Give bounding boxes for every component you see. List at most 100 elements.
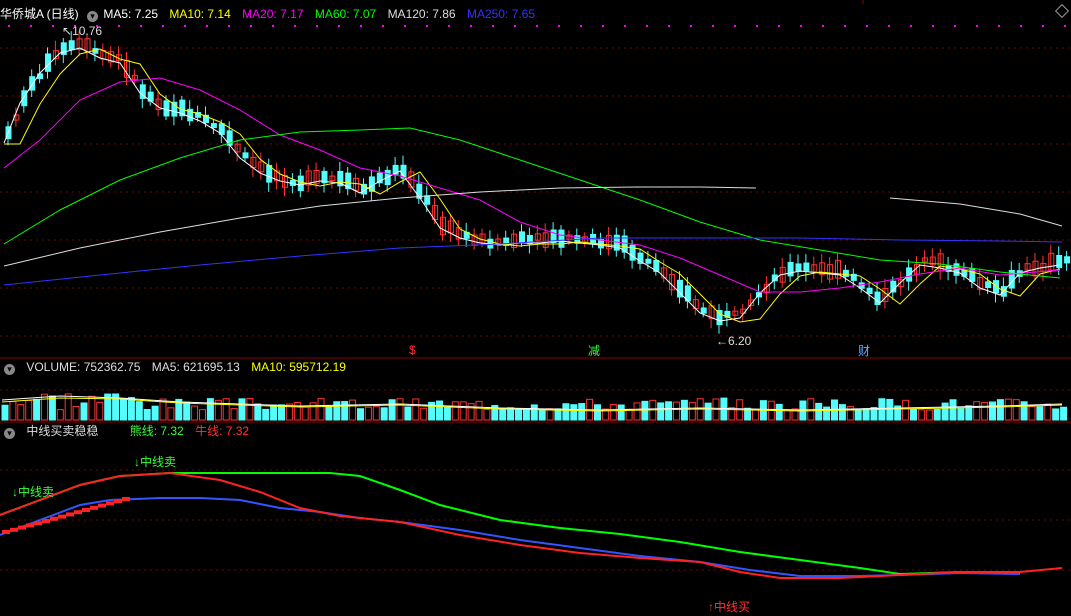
dot (426, 25, 428, 27)
volume-bar (704, 402, 712, 421)
dot (602, 25, 604, 27)
dot (558, 25, 560, 27)
bull-line-value: 牛线: 7.32 (195, 424, 250, 438)
signal-step (2, 530, 10, 534)
stock-title: 华侨城A (日线) (0, 7, 79, 21)
dot (316, 25, 318, 27)
volume-bar (910, 408, 917, 421)
volume-bar (127, 397, 135, 421)
volume-bar (941, 402, 949, 421)
candle-body (163, 100, 170, 117)
indicator-title: 中线买卖稳稳 (26, 424, 99, 438)
dot (1042, 25, 1044, 27)
volume-bar (1012, 399, 1020, 421)
panel-menu-icon[interactable]: ▾ (87, 11, 99, 22)
ma10-label: MA10: 7.14 (169, 7, 231, 21)
candle-body (68, 40, 75, 51)
blue-line (0, 497, 1021, 577)
volume-bar (680, 399, 688, 421)
dot (30, 25, 32, 27)
volume-bar (357, 408, 364, 421)
volume-bar (815, 402, 823, 421)
volume-menu-icon[interactable]: ▾ (4, 364, 15, 375)
dot (734, 25, 736, 27)
volume-bar (420, 407, 428, 421)
volume-bar (957, 408, 965, 421)
candle-body (242, 152, 249, 159)
candle-body (985, 281, 992, 289)
chart-canvas[interactable] (0, 0, 1071, 616)
volume-bar (673, 401, 680, 421)
dot (778, 25, 780, 27)
dot (514, 25, 516, 27)
volume-bar (1036, 406, 1044, 421)
volume-bar (538, 409, 546, 421)
candle-body (716, 310, 723, 326)
dot (228, 25, 230, 27)
volume-ma10: MA10: 595712.19 (251, 360, 346, 374)
volume-bar (917, 409, 925, 421)
volume-bar (989, 401, 996, 421)
volume-bar (657, 402, 665, 421)
ma250-label: MA250: 7.65 (466, 7, 535, 21)
candle-body (700, 307, 707, 314)
volume-bar (17, 403, 25, 421)
volume-bar (641, 400, 649, 421)
volume-bar (530, 404, 538, 421)
volume-bar (609, 403, 617, 421)
volume-bar (1, 404, 9, 421)
candle-body (803, 262, 810, 272)
volume-bar (341, 401, 349, 421)
dot (932, 25, 934, 27)
volume-bar (325, 406, 333, 421)
signal-step (122, 497, 130, 501)
signal-sell-1: ↓中线卖 (12, 485, 55, 499)
volume-bar (459, 401, 467, 421)
volume-bar (372, 406, 380, 421)
volume-bar (862, 408, 870, 421)
signal-step (106, 501, 114, 506)
volume-bar (949, 399, 957, 421)
volume-bar (230, 408, 238, 421)
dividend-marker[interactable]: $ (409, 343, 416, 357)
volume-bar (349, 399, 357, 421)
signal-step (10, 527, 18, 532)
reduction-marker[interactable]: 减 (588, 342, 600, 359)
candle-body (558, 229, 565, 248)
volume-bar (238, 398, 246, 421)
volume-bar (301, 406, 309, 421)
signal-step (66, 512, 74, 517)
volume-bar (1028, 406, 1036, 421)
volume-bar (317, 398, 325, 421)
volume-bar (467, 403, 475, 421)
candle-body (297, 175, 304, 192)
volume-bar (1052, 408, 1060, 421)
ma5-label: MA5: 7.25 (103, 7, 159, 21)
candle-body (645, 258, 652, 264)
volume-bar (293, 401, 301, 421)
volume-bar (25, 400, 33, 421)
price-header: 华侨城A (日线) ▾ MA5: 7.25 MA10: 7.14 MA20: 7… (0, 5, 543, 23)
finance-marker[interactable]: 财 (858, 342, 870, 359)
dot (52, 25, 54, 27)
bull-line (0, 471, 1063, 579)
volume-bar (246, 398, 254, 421)
candle-body (842, 269, 849, 277)
bear-line (0, 472, 1020, 576)
dot (470, 25, 472, 27)
volume-bar (41, 393, 48, 421)
volume-bar (436, 400, 443, 421)
candle-body (866, 287, 873, 295)
volume-bar (570, 404, 578, 421)
dot (492, 25, 494, 27)
indicator-menu-icon[interactable]: ▾ (4, 428, 15, 439)
volume-bar (451, 401, 459, 421)
volume-bar (522, 408, 530, 421)
signal-step (26, 523, 34, 528)
volume-bar (973, 401, 981, 421)
dot (294, 25, 296, 27)
ma20-line (3, 77, 1061, 293)
volume-bar (33, 398, 41, 421)
dot (866, 25, 868, 27)
volume-bar (996, 399, 1004, 421)
